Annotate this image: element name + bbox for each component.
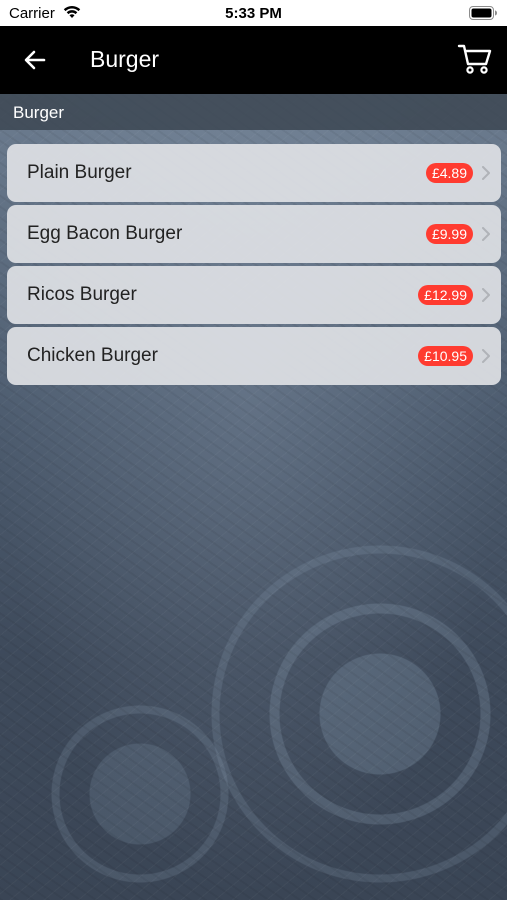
- list-item-egg-bacon-burger[interactable]: Egg Bacon Burger £9.99: [7, 205, 501, 263]
- chevron-right-icon: [482, 227, 490, 241]
- item-name: Egg Bacon Burger: [27, 223, 183, 244]
- price-badge: £10.95: [418, 346, 473, 366]
- chevron-right-icon: [482, 166, 490, 180]
- item-name: Ricos Burger: [27, 284, 137, 305]
- page-title: Burger: [90, 46, 160, 72]
- price-badge: £12.99: [418, 285, 473, 305]
- navigation-bar: Burger: [0, 26, 507, 94]
- status-bar: Carrier 5:33 PM: [0, 0, 507, 26]
- list-item-plain-burger[interactable]: Plain Burger £4.89: [7, 144, 501, 202]
- chevron-right-icon: [482, 288, 490, 302]
- item-name: Plain Burger: [27, 162, 132, 183]
- menu-list: Plain Burger £4.89 Egg Bacon Burger £9.9…: [7, 144, 501, 388]
- section-header: Burger: [0, 94, 507, 130]
- cart-icon[interactable]: [457, 42, 493, 76]
- item-name: Chicken Burger: [27, 345, 158, 366]
- section-title: Burger: [13, 103, 65, 122]
- price-badge: £9.99: [425, 224, 473, 244]
- price-badge: £4.89: [425, 163, 473, 183]
- status-time: 5:33 PM: [225, 5, 282, 22]
- chevron-right-icon: [482, 349, 490, 363]
- battery-icon: [469, 6, 497, 20]
- arrow-left-icon[interactable]: [22, 47, 48, 73]
- list-item-chicken-burger[interactable]: Chicken Burger £10.95: [7, 327, 501, 385]
- list-item-ricos-burger[interactable]: Ricos Burger £12.99: [7, 266, 501, 324]
